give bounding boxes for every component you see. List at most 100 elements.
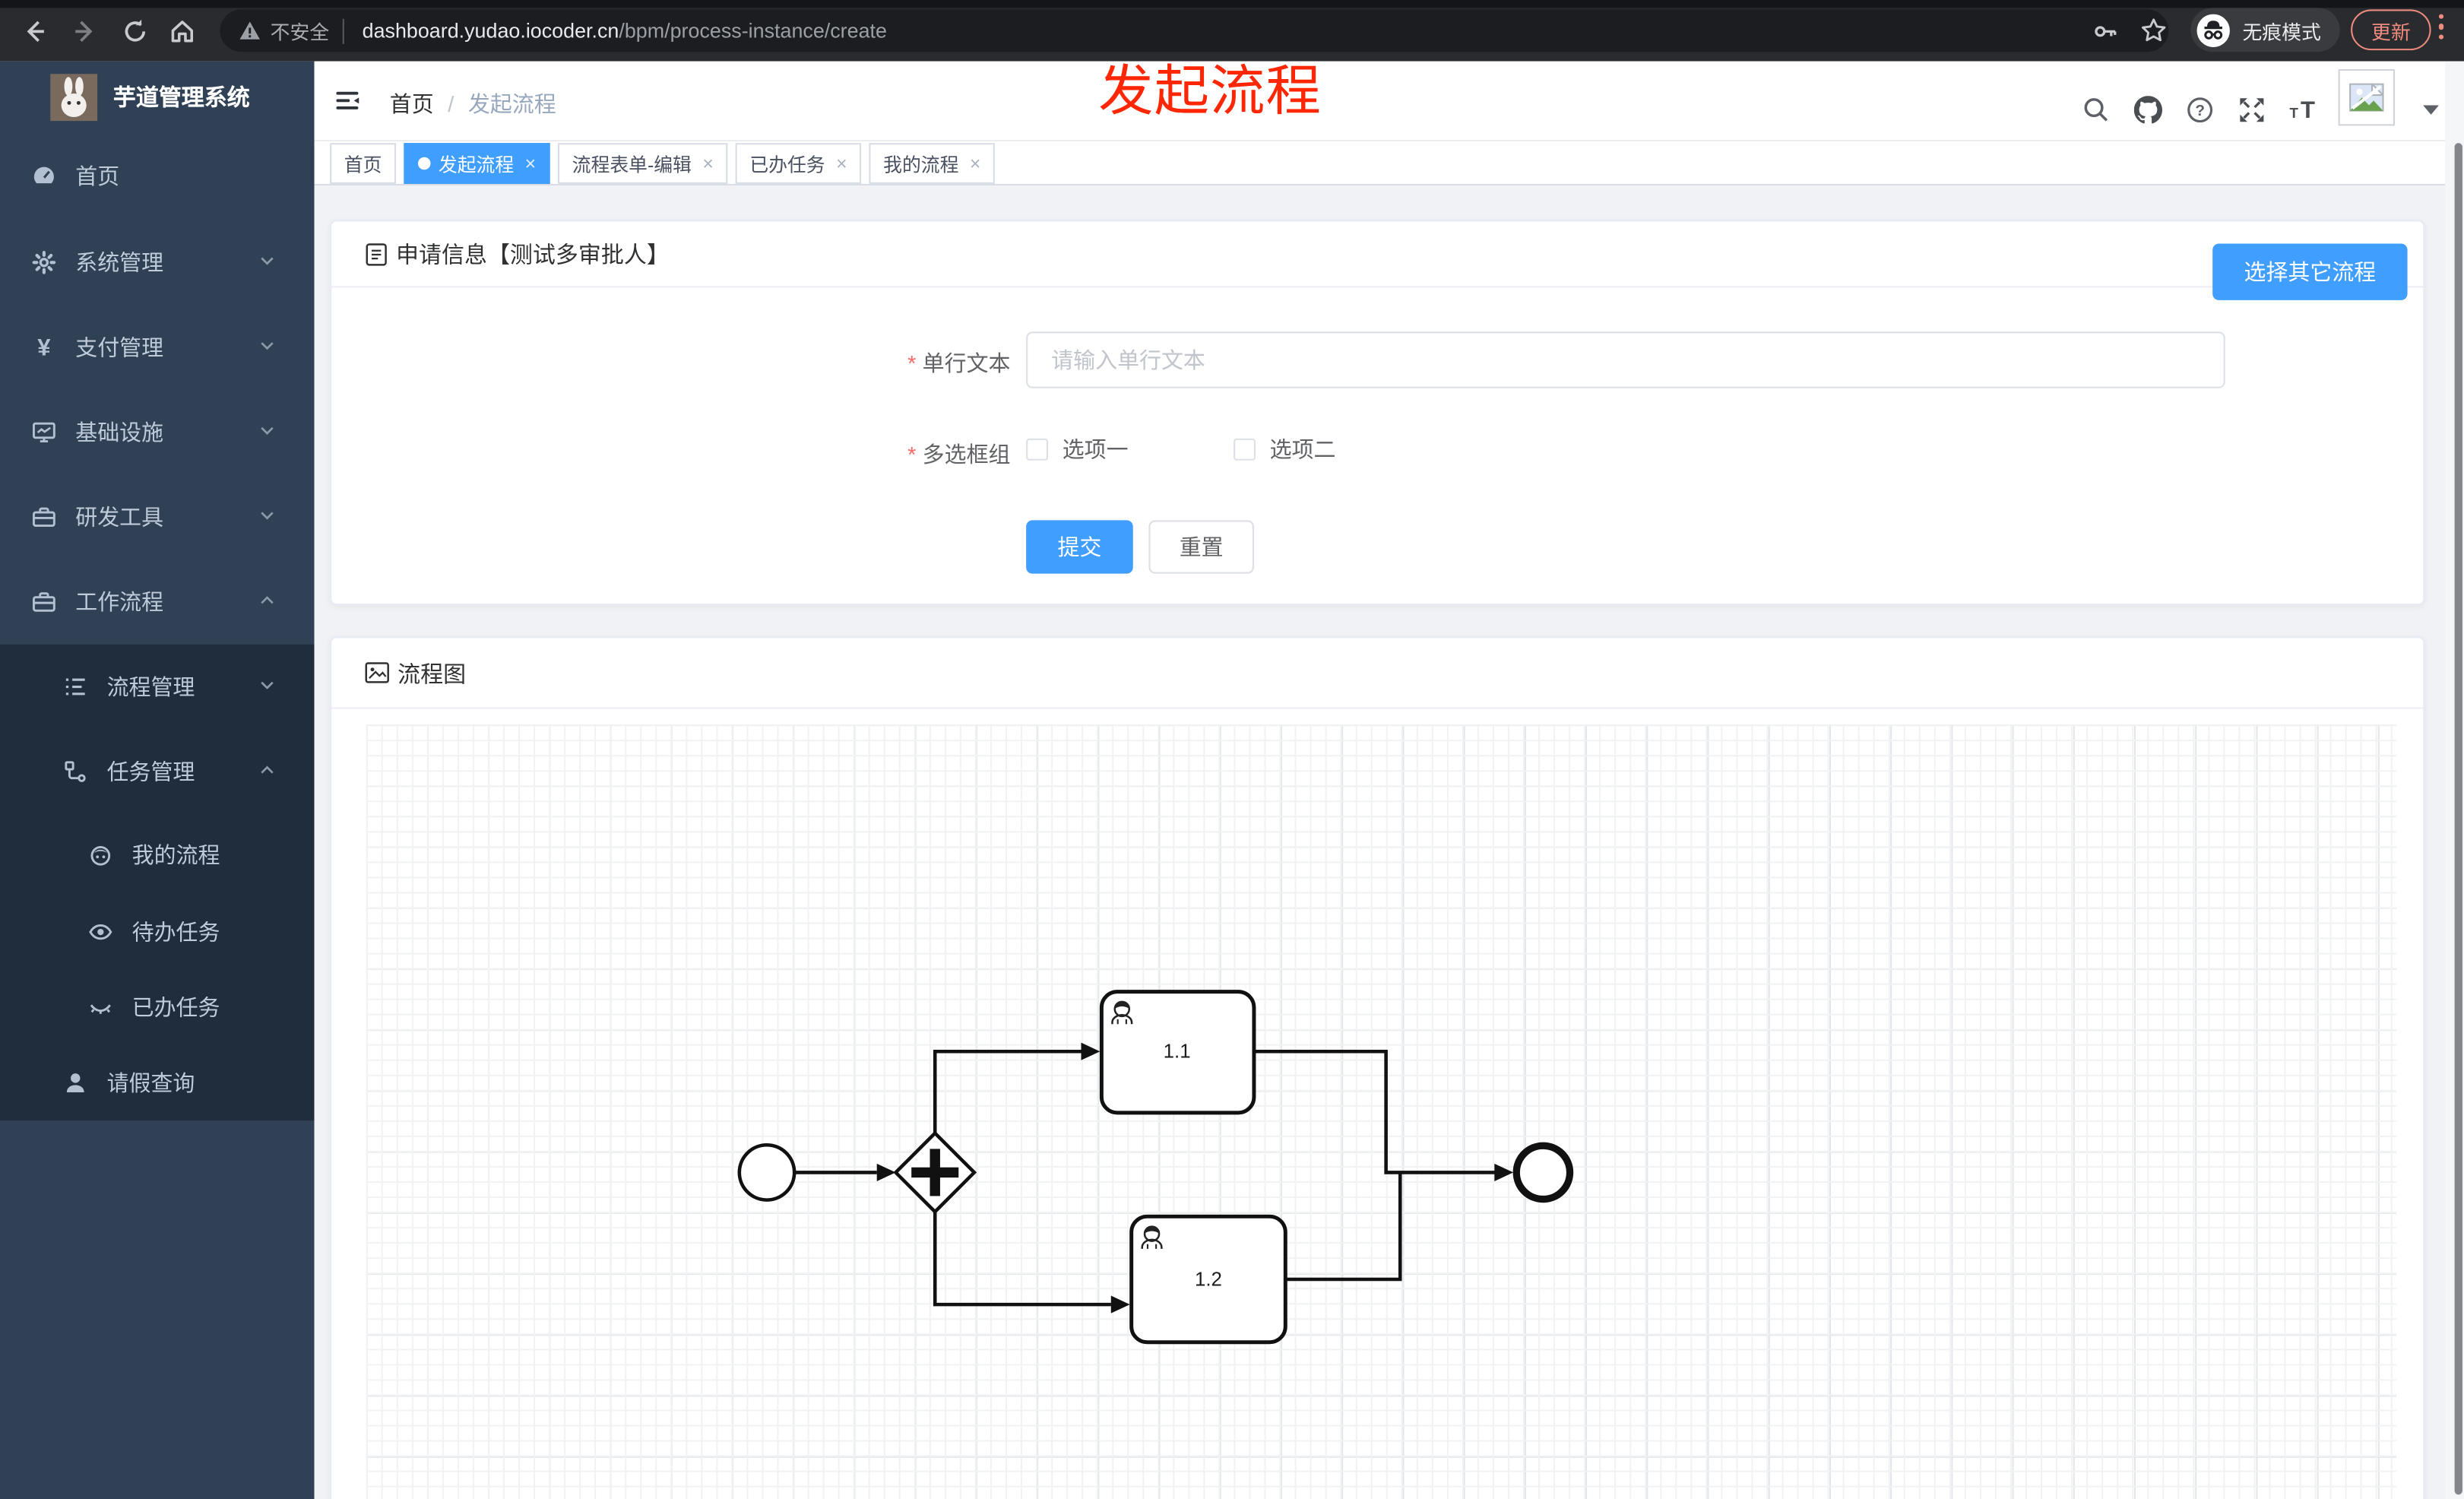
sidebar-item-home[interactable]: 首页 <box>0 132 315 220</box>
sidebar-item-label: 工作流程 <box>75 589 164 615</box>
submit-button[interactable]: 提交 <box>1026 520 1133 574</box>
github-icon[interactable] <box>2133 96 2163 124</box>
user-icon <box>63 1070 88 1095</box>
password-key-icon[interactable] <box>2093 19 2118 44</box>
tab-create-process[interactable]: 发起流程 × <box>404 143 550 184</box>
hamburger-icon[interactable] <box>328 82 366 120</box>
flow-card-title: 流程图 <box>397 662 467 688</box>
sidebar-item-label: 首页 <box>75 163 120 189</box>
sidebar-item-label: 请假查询 <box>106 1070 195 1096</box>
close-icon[interactable]: × <box>525 154 537 173</box>
font-size-icon[interactable]: TT <box>2288 96 2322 124</box>
sidebar-item-infrastructure[interactable]: 基础设施 <box>0 390 315 475</box>
annotation-text: 发起流程 <box>1098 61 1322 123</box>
flow-gateway-task2 <box>933 1212 1111 1307</box>
close-icon[interactable]: × <box>702 154 714 173</box>
browser-update-button[interactable]: 更新 <box>2351 9 2431 51</box>
sidebar-item-process-mgmt[interactable]: 流程管理 <box>0 645 315 730</box>
caret-down-icon[interactable] <box>2423 105 2439 115</box>
browser-menu-icon[interactable] <box>2438 14 2445 40</box>
apply-info-card-header: 申请信息【测试多审批人】 <box>331 222 2424 288</box>
help-icon[interactable]: ? <box>2186 96 2214 124</box>
sidebar-item-label: 研发工具 <box>75 504 164 530</box>
tab-form-edit[interactable]: 流程表单-编辑 × <box>558 143 728 184</box>
sidebar-item-label: 支付管理 <box>75 334 164 360</box>
user-avatar[interactable] <box>2338 68 2396 126</box>
required-mark: * <box>907 350 917 376</box>
sidebar-item-task-mgmt[interactable]: 任务管理 <box>0 729 315 814</box>
reset-button[interactable]: 重置 <box>1148 520 1254 574</box>
not-secure-warning-icon <box>239 21 260 40</box>
user-task-1-2[interactable]: 1.2 <box>1129 1214 1287 1345</box>
checkbox-option-1-label[interactable]: 选项一 <box>1063 434 1129 465</box>
reload-icon[interactable] <box>121 17 149 46</box>
start-event[interactable] <box>737 1142 797 1202</box>
sidebar-logo[interactable]: 芋道管理系统 <box>0 62 315 132</box>
user-task-1-1[interactable]: 1.1 <box>1099 990 1256 1115</box>
chevron-up-icon <box>258 759 277 784</box>
forward-icon[interactable] <box>71 17 99 46</box>
parallel-gateway[interactable] <box>893 1130 977 1215</box>
url-host[interactable]: dashboard.yudao.iocoder.cn <box>363 19 619 43</box>
document-icon <box>366 242 387 265</box>
sidebar-menu: 首页 系统管理 ¥ 支付管理 基础设施 研发工具 工作流程 流程管理 任务管理 … <box>0 132 315 1121</box>
security-label[interactable]: 不安全 <box>271 16 330 46</box>
svg-text:T: T <box>2301 97 2315 123</box>
svg-text:?: ? <box>2195 102 2205 119</box>
sidebar-item-label: 我的流程 <box>131 841 220 867</box>
back-icon[interactable] <box>21 17 49 46</box>
tab-my-process[interactable]: 我的流程 × <box>869 143 996 184</box>
monitor-icon <box>31 420 56 445</box>
breadcrumb-current: 发起流程 <box>467 90 556 117</box>
broken-image-icon <box>2349 83 2384 112</box>
sidebar-item-todo-tasks[interactable]: 待办任务 <box>0 894 315 969</box>
search-icon[interactable] <box>2082 96 2111 124</box>
sidebar-item-label: 流程管理 <box>106 674 195 700</box>
breadcrumb-home[interactable]: 首页 <box>390 88 434 119</box>
incognito-icon <box>2196 13 2230 46</box>
checkbox-option-1[interactable] <box>1026 438 1049 461</box>
checkbox-option-2-label[interactable]: 选项二 <box>1270 434 1336 465</box>
breadcrumb-separator: / <box>448 90 454 117</box>
flow-diagram-card: 流程图 1.1 1.2 <box>330 636 2425 1499</box>
apply-info-title: 申请信息【测试多审批人】 <box>396 243 670 269</box>
home-icon[interactable] <box>168 17 196 46</box>
url-path[interactable]: /bpm/process-instance/create <box>619 19 887 43</box>
sidebar-item-leave-query[interactable]: 请假查询 <box>0 1045 315 1120</box>
sidebar-item-label: 任务管理 <box>106 759 195 784</box>
flow-card-header: 流程图 <box>331 638 2424 709</box>
sidebar-item-payment[interactable]: ¥ 支付管理 <box>0 305 315 390</box>
checkbox-option-2[interactable] <box>1234 438 1256 461</box>
main-content: 申请信息【测试多审批人】 选择其它流程 *单行文本 *多选框组 选项一 选项二 … <box>314 185 2464 1499</box>
sidebar-item-my-process[interactable]: 我的流程 <box>0 814 315 894</box>
select-other-process-button[interactable]: 选择其它流程 <box>2212 243 2408 300</box>
close-icon[interactable]: × <box>836 154 847 173</box>
tags-view-bar: 首页 发起流程 × 流程表单-编辑 × 已办任务 × 我的流程 × <box>314 141 2464 185</box>
url-bar[interactable]: 不安全 dashboard.yudao.iocoder.cn /bpm/proc… <box>220 9 2169 52</box>
page-scrollbar-track[interactable] <box>2445 61 2464 1499</box>
sidebar-item-devtools[interactable]: 研发工具 <box>0 474 315 559</box>
bpmn-canvas[interactable]: 1.1 1.2 <box>366 724 2397 1499</box>
top-navbar: 首页 / 发起流程 ? TT <box>314 61 2464 142</box>
url-separator <box>341 17 344 43</box>
sidebar-item-system[interactable]: 系统管理 <box>0 220 315 305</box>
chevron-down-icon <box>258 250 277 275</box>
sidebar-item-workflow[interactable]: 工作流程 <box>0 559 315 645</box>
single-line-text-input[interactable] <box>1026 331 2225 388</box>
logo-avatar <box>50 73 98 121</box>
close-icon[interactable]: × <box>970 154 981 173</box>
sidebar-item-done-tasks[interactable]: 已办任务 <box>0 970 315 1045</box>
eye-closed-icon <box>88 995 113 1020</box>
page-scrollbar-thumb[interactable] <box>2454 143 2462 1495</box>
image-icon <box>365 662 389 683</box>
apply-info-card: 申请信息【测试多审批人】 选择其它流程 *单行文本 *多选框组 选项一 选项二 … <box>330 220 2425 606</box>
incognito-badge: 无痕模式 <box>2190 8 2340 52</box>
end-event[interactable] <box>1512 1142 1574 1203</box>
tab-home[interactable]: 首页 <box>330 143 397 184</box>
tab-done-tasks[interactable]: 已办任务 × <box>735 143 862 184</box>
fullscreen-icon[interactable] <box>2238 96 2266 124</box>
toolbox-icon <box>31 505 56 530</box>
sidebar-item-label: 已办任务 <box>131 994 220 1020</box>
active-tab-dot <box>418 157 431 170</box>
bookmark-star-icon[interactable] <box>2140 17 2167 44</box>
